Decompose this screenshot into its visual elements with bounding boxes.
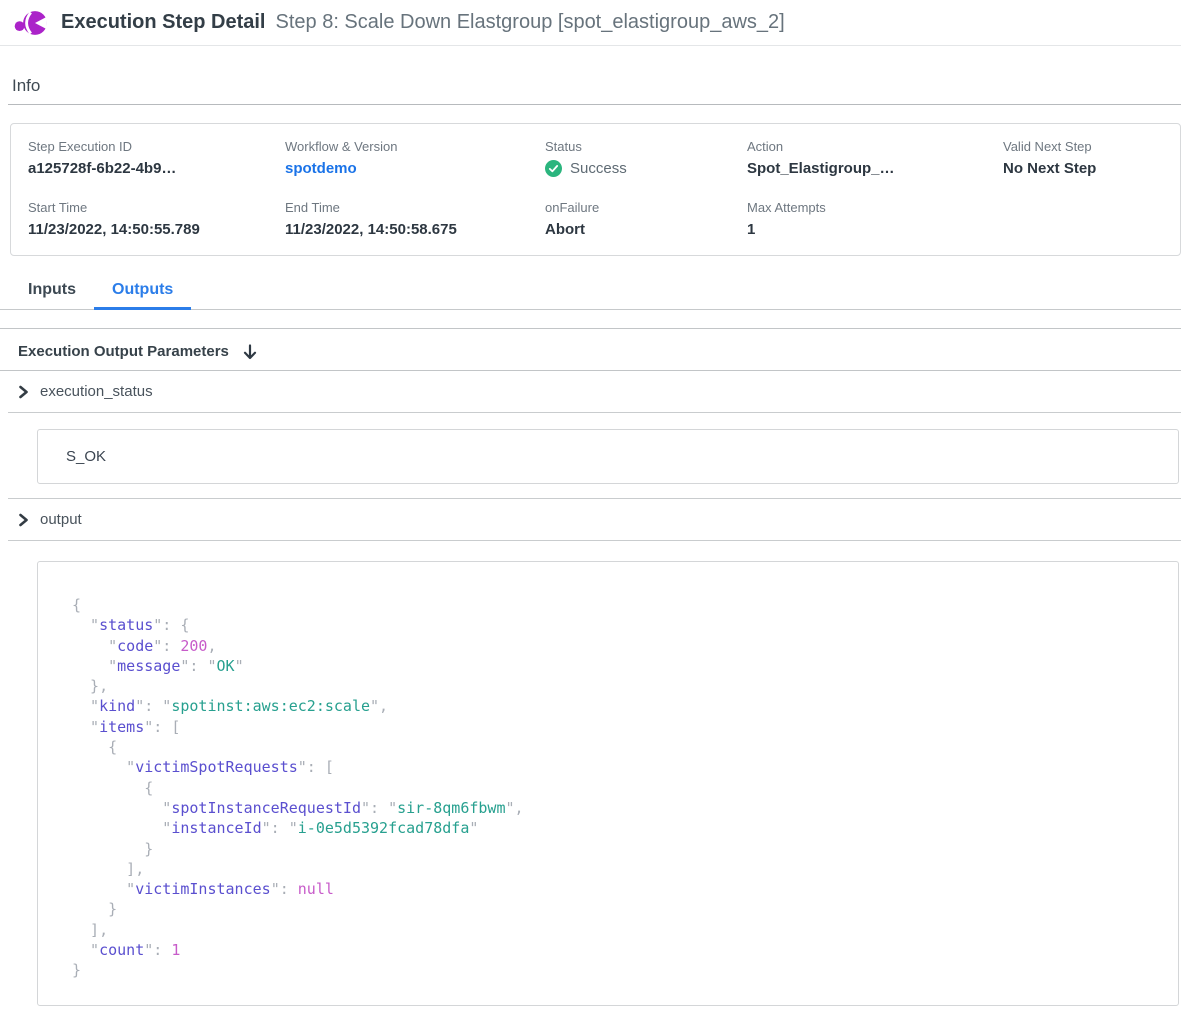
field-label: Step Execution ID — [28, 139, 285, 154]
workflow-link[interactable]: spotdemo — [285, 159, 545, 178]
valid-next-step-value: No Next Step — [1003, 159, 1162, 178]
arrow-down-icon[interactable] — [243, 344, 257, 360]
output-json-code: { "status": { "code": 200, "message": "O… — [72, 595, 1162, 981]
tab-outputs[interactable]: Outputs — [94, 278, 191, 309]
output-parameters-title: Execution Output Parameters — [18, 342, 229, 361]
field-step-execution-id: Step Execution ID a125728f-6b22-4b9… — [28, 139, 285, 178]
execution-status-value-box: S_OK — [37, 429, 1179, 484]
chevron-right-icon — [18, 385, 29, 399]
max-attempts-value: 1 — [747, 220, 1003, 239]
field-label: Workflow & Version — [285, 139, 545, 154]
tab-bar: Inputs Outputs — [0, 278, 1181, 310]
field-status: Status Success — [545, 139, 747, 178]
field-label: Valid Next Step — [1003, 139, 1162, 154]
field-start-time: Start Time 11/23/2022, 14:50:55.789 — [28, 200, 285, 239]
output-json-box: { "status": { "code": 200, "message": "O… — [37, 561, 1179, 1006]
field-valid-next-step: Valid Next Step No Next Step — [1003, 139, 1162, 178]
info-heading: Info — [8, 76, 1181, 105]
start-time-value: 11/23/2022, 14:50:55.789 — [28, 220, 285, 239]
output-parameters-header: Execution Output Parameters — [0, 329, 1181, 371]
chevron-right-icon — [18, 513, 29, 527]
execution-step-detail-page: Execution Step Detail Step 8: Scale Down… — [0, 0, 1181, 1006]
param-row-output[interactable]: output — [8, 499, 1181, 541]
info-card: Step Execution ID a125728f-6b22-4b9… Wor… — [10, 123, 1181, 256]
field-label: onFailure — [545, 200, 747, 215]
status-badge: Success — [545, 159, 747, 178]
field-max-attempts: Max Attempts 1 — [747, 200, 1003, 239]
param-name-execution-status: execution_status — [40, 383, 153, 400]
field-label: End Time — [285, 200, 545, 215]
execution-status-value: S_OK — [66, 448, 106, 465]
status-text: Success — [570, 159, 627, 178]
end-time-value: 11/23/2022, 14:50:58.675 — [285, 220, 545, 239]
param-row-execution-status[interactable]: execution_status — [8, 371, 1181, 413]
page-subtitle: Step 8: Scale Down Elastgroup [spot_elas… — [276, 11, 785, 34]
page-header: Execution Step Detail Step 8: Scale Down… — [0, 0, 1181, 46]
info-grid: Step Execution ID a125728f-6b22-4b9… Wor… — [28, 139, 1162, 239]
resolve-logo-icon — [14, 7, 49, 39]
param-name-output: output — [40, 511, 82, 528]
field-label: Start Time — [28, 200, 285, 215]
field-label: Max Attempts — [747, 200, 1003, 215]
field-label: Status — [545, 139, 747, 154]
onfailure-value: Abort — [545, 220, 747, 239]
field-label: Action — [747, 139, 1003, 154]
tab-inputs[interactable]: Inputs — [10, 278, 94, 309]
field-onfailure: onFailure Abort — [545, 200, 747, 239]
field-end-time: End Time 11/23/2022, 14:50:58.675 — [285, 200, 545, 239]
action-value: Spot_Elastigroup_… — [747, 159, 1003, 178]
page-title: Execution Step Detail — [61, 11, 266, 34]
field-workflow-version: Workflow & Version spotdemo — [285, 139, 545, 178]
step-execution-id-value: a125728f-6b22-4b9… — [28, 159, 285, 178]
field-action: Action Spot_Elastigroup_… — [747, 139, 1003, 178]
check-circle-icon — [545, 160, 562, 177]
